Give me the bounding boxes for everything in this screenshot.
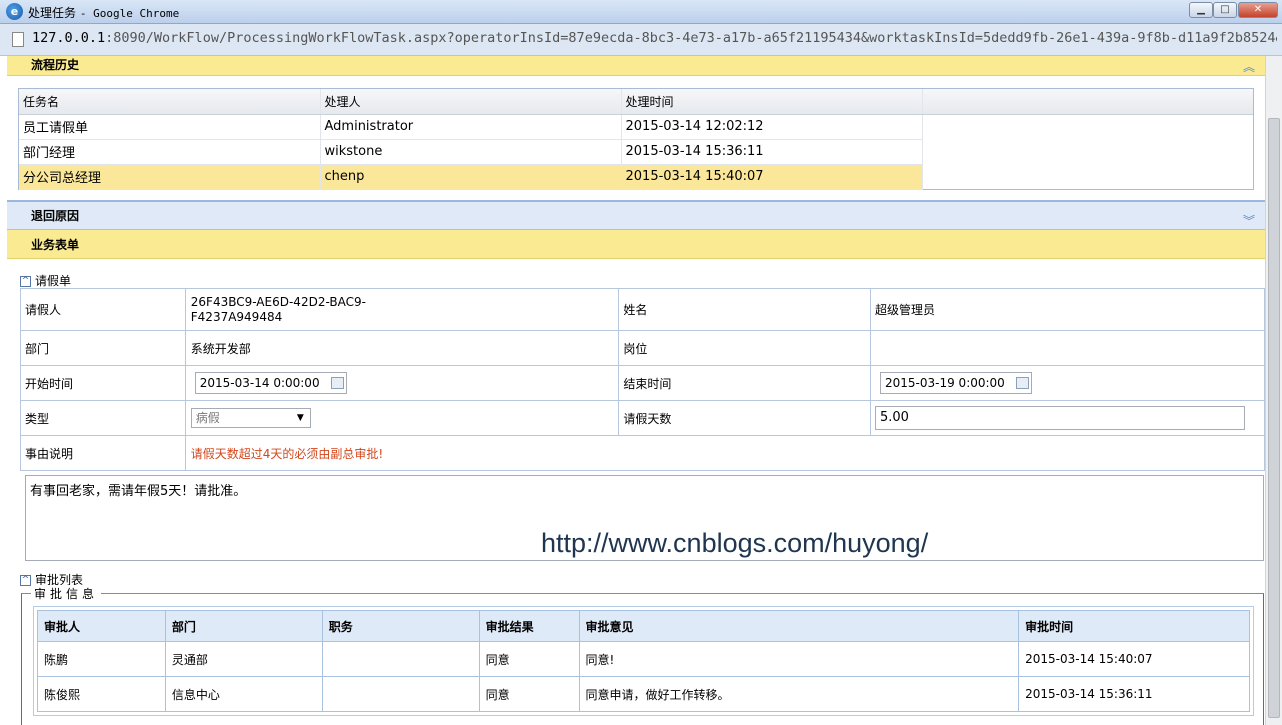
- applicant-value-line2: F4237A949484: [190, 309, 283, 324]
- history-row-selected[interactable]: 分公司总经理 chenp 2015-03-14 15:40:07: [19, 164, 1253, 190]
- history-task: 部门经理: [19, 139, 321, 165]
- maximize-button[interactable]: □: [1213, 2, 1237, 18]
- col-opinion: 审批意见: [578, 610, 1020, 642]
- url-host: 127.0.0.1: [32, 30, 106, 46]
- history-grid: 任务名 处理人 处理时间 员工请假单 Administrator 2015-03…: [18, 88, 1254, 190]
- leave-days-input[interactable]: 5.00: [875, 406, 1245, 430]
- approval-header-row: 审批人 部门 职务 审批结果 审批意见 审批时间: [37, 610, 1250, 642]
- minimize-button[interactable]: ▁: [1189, 2, 1213, 18]
- watermark-text: http://www.cnblogs.com/huyong/: [541, 528, 929, 558]
- collapse-up-icon[interactable]: ︽: [1243, 58, 1255, 76]
- business-form-panel-header[interactable]: 业务表单: [7, 230, 1265, 259]
- applicant-value-line1: 26F43BC9-AE6D-42D2-BAC9-: [190, 294, 366, 309]
- url-field[interactable]: 127.0.0.1:8090/WorkFlow/ProcessingWorkFl…: [32, 30, 1277, 46]
- history-time: 2015-03-14 15:36:11: [621, 139, 923, 165]
- name-value: 超级管理员: [870, 288, 1265, 331]
- approval-duty: [321, 641, 480, 677]
- approval-opinion: 同意申请，做好工作转移。: [578, 676, 1020, 712]
- start-time-label: 开始时间: [20, 365, 186, 401]
- approval-approver: 陈鹏: [37, 641, 166, 677]
- dept-label: 部门: [20, 330, 186, 366]
- approval-opinion: 同意!: [578, 641, 1020, 677]
- col-approval-time: 审批时间: [1018, 610, 1250, 642]
- leave-form-title: 请假单: [35, 274, 72, 288]
- end-time-value: 2015-03-19 0:00:00: [885, 376, 1005, 390]
- window-title-text: 处理任务: [28, 6, 77, 20]
- approval-time: 2015-03-14 15:40:07: [1018, 641, 1250, 677]
- history-handler: Administrator: [320, 114, 622, 140]
- history-time: 2015-03-14 12:02:12: [621, 114, 923, 140]
- approval-result: 同意: [478, 641, 580, 677]
- window-app-name: Google Chrome: [93, 7, 180, 20]
- history-panel-header[interactable]: 流程历史 ︽: [7, 56, 1265, 76]
- approval-row: 陈鹏 灵通部 同意 同意! 2015-03-14 15:40:07: [37, 641, 1250, 677]
- approval-legend: 审批信息: [31, 585, 102, 602]
- leave-type-select[interactable]: 病假 ▼: [190, 408, 311, 428]
- approval-approver: 陈俊熙: [37, 676, 166, 712]
- col-dept: 部门: [164, 610, 323, 642]
- history-handler: wikstone: [320, 139, 622, 165]
- name-label: 姓名: [618, 288, 871, 331]
- col-duty: 职务: [321, 610, 480, 642]
- approval-table: 审批人 部门 职务 审批结果 审批意见 审批时间 陈鹏 灵通部 同意 同意! 2…: [37, 610, 1250, 712]
- app-logo-icon: e: [6, 3, 23, 20]
- reason-note: 请假天数超过4天的必须由副总审批!: [184, 435, 1265, 471]
- col-handle-time[interactable]: 处理时间: [621, 89, 923, 115]
- close-window-button[interactable]: ✕: [1238, 2, 1278, 18]
- scrollbar-thumb[interactable]: [1268, 118, 1280, 718]
- col-approver: 审批人: [37, 610, 166, 642]
- history-handler: chenp: [320, 164, 622, 190]
- applicant-value: 26F43BC9-AE6D-42D2-BAC9- F4237A949484: [184, 288, 620, 331]
- type-label: 类型: [20, 400, 186, 436]
- history-row[interactable]: 部门经理 wikstone 2015-03-14 15:36:11: [19, 139, 1253, 165]
- page-icon: [12, 32, 24, 47]
- vertical-scrollbar[interactable]: [1265, 56, 1282, 725]
- dropdown-arrow-icon: ▼: [296, 413, 304, 423]
- business-form-title: 业务表单: [31, 238, 80, 252]
- leave-type-value: 病假: [195, 411, 220, 425]
- url-path: :8090/WorkFlow/ProcessingWorkFlowTask.as…: [105, 30, 1277, 46]
- window-titlebar: e 处理任务 - Google Chrome ▁ □ ✕: [0, 0, 1282, 24]
- return-reason-panel-header[interactable]: 退回原因 ︾: [7, 200, 1265, 230]
- approval-dept: 灵通部: [164, 641, 323, 677]
- address-bar: 127.0.0.1:8090/WorkFlow/ProcessingWorkFl…: [0, 24, 1282, 56]
- collapse-section-icon[interactable]: ^: [20, 575, 31, 586]
- col-filler: [922, 89, 1253, 115]
- history-task: 员工请假单: [19, 114, 321, 140]
- history-title: 流程历史: [31, 58, 80, 72]
- col-result: 审批结果: [478, 610, 580, 642]
- position-label: 岗位: [618, 330, 871, 366]
- end-time-input[interactable]: 2015-03-19 0:00:00: [880, 372, 1032, 394]
- position-value: [870, 330, 1265, 366]
- approval-duty: [321, 676, 480, 712]
- col-task-name[interactable]: 任务名: [19, 89, 321, 115]
- leave-form-section: ^ 请假单: [20, 272, 71, 289]
- history-header-row: 任务名 处理人 处理时间: [19, 89, 1253, 115]
- leave-form-table: 请假人 26F43BC9-AE6D-42D2-BAC9- F4237A94948…: [20, 288, 1265, 471]
- days-label: 请假天数: [618, 400, 871, 436]
- start-time-input[interactable]: 2015-03-14 0:00:00: [194, 372, 347, 394]
- collapse-section-icon[interactable]: ^: [20, 276, 31, 287]
- approval-row: 陈俊熙 信息中心 同意 同意申请，做好工作转移。 2015-03-14 15:3…: [37, 676, 1250, 712]
- approval-dept: 信息中心: [164, 676, 323, 712]
- applicant-label: 请假人: [20, 288, 186, 331]
- start-time-value: 2015-03-14 0:00:00: [199, 376, 320, 390]
- window-title: 处理任务 - Google Chrome: [28, 6, 180, 20]
- calendar-icon[interactable]: [330, 377, 344, 389]
- calendar-icon[interactable]: [1016, 377, 1029, 389]
- history-time: 2015-03-14 15:40:07: [621, 164, 923, 190]
- col-handler[interactable]: 处理人: [320, 89, 622, 115]
- history-row[interactable]: 员工请假单 Administrator 2015-03-14 12:02:12: [19, 114, 1253, 140]
- approval-result: 同意: [478, 676, 580, 712]
- history-task: 分公司总经理: [19, 164, 321, 190]
- reason-label: 事由说明: [20, 435, 186, 471]
- return-reason-title: 退回原因: [31, 209, 80, 223]
- approval-time: 2015-03-14 15:36:11: [1018, 676, 1250, 712]
- page-content: 流程历史 ︽ 任务名 处理人 处理时间 员工请假单 Administrator …: [7, 56, 1265, 725]
- dept-value: 系统开发部: [184, 330, 620, 366]
- end-time-label: 结束时间: [618, 365, 871, 401]
